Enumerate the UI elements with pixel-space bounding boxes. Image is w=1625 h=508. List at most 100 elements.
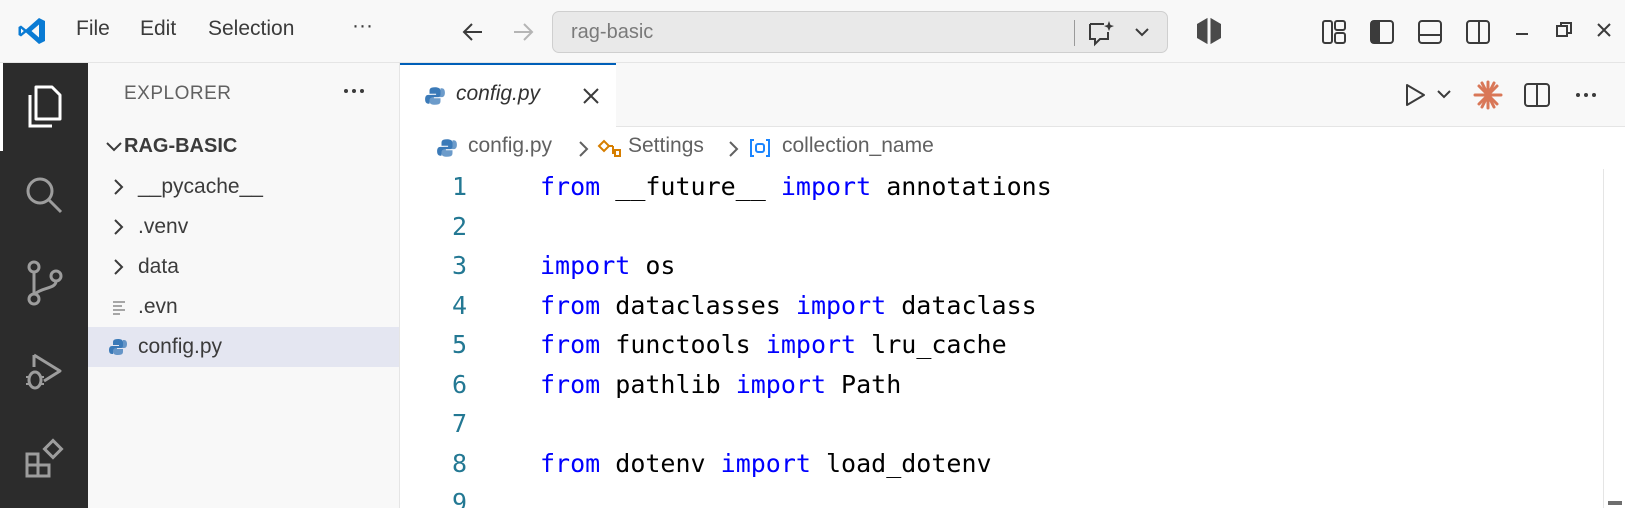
explorer-title: EXPLORER [124, 83, 232, 104]
class-symbol-icon [597, 139, 621, 157]
chevron-down-icon[interactable] [1436, 88, 1452, 100]
activity-search[interactable] [0, 151, 88, 239]
line-number: 3 [451, 251, 467, 280]
copilot-icon[interactable] [1194, 15, 1224, 47]
run-debug-icon [26, 353, 62, 390]
chevron-right-icon [114, 219, 124, 235]
keyword-token: from [540, 448, 601, 478]
run-icon[interactable] [1402, 81, 1428, 109]
text-token: functools [600, 330, 766, 359]
text-file-icon [113, 301, 125, 315]
activity-extensions[interactable] [0, 415, 88, 503]
code-text: from __future__ import annotations [540, 172, 1052, 201]
breadcrumb-class[interactable]: Settings [628, 134, 704, 158]
tree-item-config-py[interactable]: config.py [88, 327, 399, 367]
tree-item-venv[interactable]: .venv [88, 207, 399, 247]
code-editor[interactable]: 1 from __future__ import annotations 2 3 imp… [400, 169, 1625, 508]
tab-config-py[interactable]: config.py [400, 63, 616, 127]
activity-explorer[interactable] [0, 63, 88, 151]
editor-tabs-bar: config.py [400, 63, 1625, 127]
tree-item-label: __pycache__ [138, 175, 263, 198]
menu-edit[interactable]: Edit [140, 17, 176, 41]
code-line[interactable]: 8 from dotenv import load_dotenv [400, 446, 1600, 486]
chevron-right-icon [579, 141, 589, 157]
project-name: RAG-BASIC [124, 135, 238, 157]
activity-bar [0, 63, 88, 508]
toggle-secondary-sidebar-icon[interactable] [1464, 18, 1492, 46]
arrow-right-icon[interactable] [510, 19, 536, 45]
text-token: load_dotenv [810, 448, 992, 478]
active-indicator [0, 63, 3, 151]
line-number: 2 [451, 211, 467, 241]
explorer-icon [28, 85, 62, 128]
arrow-left-icon[interactable] [460, 19, 486, 45]
project-root[interactable]: RAG-BASIC [88, 127, 399, 167]
line-number: 4 [451, 290, 467, 320]
tree-item-data[interactable]: data [88, 247, 399, 287]
code-line[interactable]: 1 from __future__ import annotations [400, 169, 1600, 209]
more-actions-icon[interactable] [340, 77, 368, 105]
chevron-down-icon [106, 142, 122, 152]
claude-icon[interactable] [1472, 79, 1504, 111]
python-file-icon [425, 87, 445, 105]
line-number: 1 [451, 172, 467, 201]
keyword-token: import [735, 369, 826, 399]
split-editor-icon[interactable] [1522, 80, 1552, 110]
toggle-panel-icon[interactable] [1416, 18, 1444, 46]
python-file-icon [109, 339, 127, 355]
vscode-logo-icon [18, 18, 45, 44]
minimize-icon[interactable] [1512, 22, 1532, 42]
code-line[interactable]: 3 import os [400, 248, 1600, 288]
tree-item-label: config.py [138, 335, 223, 358]
vertical-scrollbar[interactable] [1603, 169, 1625, 508]
activity-source-control[interactable] [0, 239, 88, 327]
chevron-right-icon [114, 259, 124, 275]
chevron-right-icon [729, 141, 739, 157]
line-number: 9 [451, 488, 467, 508]
tree-item-evn[interactable]: .evn [88, 287, 399, 327]
customize-layout-icon[interactable] [1320, 18, 1348, 46]
extensions-icon [25, 438, 64, 478]
keyword-token: import [795, 290, 887, 320]
line-number: 6 [451, 369, 467, 399]
tree-item-pycache[interactable]: __pycache__ [88, 167, 399, 207]
menu-file[interactable]: File [76, 17, 110, 41]
text-token: os [630, 251, 676, 280]
close-icon[interactable] [580, 85, 602, 107]
code-line[interactable]: 5 from functools import lru_cache [400, 327, 1600, 367]
close-icon[interactable] [1594, 20, 1614, 40]
breadcrumb-field[interactable]: collection_name [782, 134, 934, 158]
keyword-token: import [765, 330, 857, 359]
source-control-icon [27, 260, 63, 306]
code-text: from functools import lru_cache [540, 330, 1007, 359]
line-number: 8 [451, 448, 467, 478]
code-line[interactable]: 6 from pathlib import Path [400, 367, 1600, 407]
code-line[interactable]: 2 [400, 209, 1600, 249]
code-text: from dataclasses import dataclass [540, 291, 1037, 320]
restore-icon[interactable] [1554, 20, 1574, 40]
menu-selection[interactable]: Selection [208, 17, 294, 41]
chevron-down-icon[interactable] [1133, 25, 1151, 39]
menu-more-button[interactable]: ··· [352, 14, 373, 38]
search-text: rag-basic [571, 21, 654, 43]
activity-run-debug[interactable] [0, 327, 88, 415]
text-token: pathlib [600, 369, 736, 399]
tree-item-label: .evn [138, 295, 178, 318]
text-token: dataclass [886, 290, 1037, 320]
keyword-token: from [540, 369, 601, 399]
more-actions-icon[interactable] [1572, 81, 1600, 109]
command-center-search[interactable]: rag-basic [552, 11, 1168, 53]
keyword-token: import [540, 251, 631, 280]
toggle-primary-sidebar-icon[interactable] [1368, 18, 1396, 46]
code-line[interactable]: 4 from dataclasses import dataclass [400, 288, 1600, 328]
tree-item-label: .venv [138, 215, 189, 238]
text-token: __future__ [600, 172, 781, 201]
text-token: Path [826, 369, 902, 399]
breadcrumb-file[interactable]: config.py [468, 134, 552, 158]
breadcrumb: config.py Settings collection_name [400, 127, 1625, 169]
code-line[interactable]: 9 [400, 485, 1600, 508]
code-line[interactable]: 7 [400, 406, 1600, 446]
python-file-icon [437, 139, 457, 157]
chat-sparkle-icon[interactable] [1086, 19, 1116, 47]
line-number: 5 [451, 330, 467, 359]
